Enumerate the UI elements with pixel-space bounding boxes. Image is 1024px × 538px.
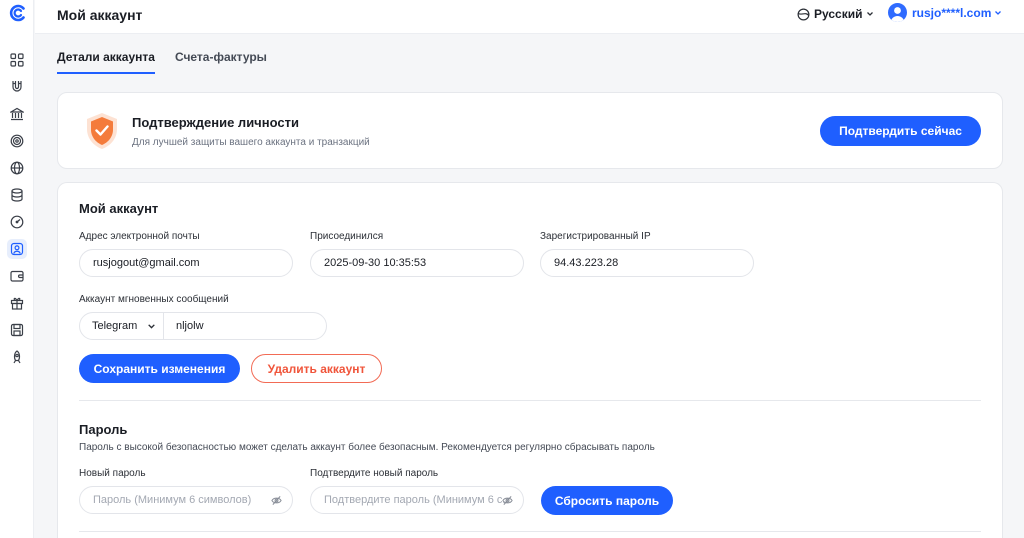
- gift-icon[interactable]: [7, 293, 27, 313]
- password-description: Пароль с высокой безопасностью может сде…: [79, 442, 655, 453]
- account-card: Мой аккаунт Адрес электронной почты rusj…: [57, 182, 1003, 538]
- chevron-down-icon: [148, 323, 156, 329]
- app-logo[interactable]: [8, 3, 28, 23]
- magnet-icon[interactable]: [7, 77, 27, 97]
- save-icon[interactable]: [7, 320, 27, 340]
- delete-account-button[interactable]: Удалить аккаунт: [251, 354, 382, 383]
- globe-icon[interactable]: [7, 158, 27, 178]
- reset-password-button[interactable]: Сбросить пароль: [541, 486, 673, 515]
- tab-invoices[interactable]: Счета-фактуры: [175, 50, 267, 74]
- confirm-password-placeholder: Подтвердите пароль (Минимум 6 с...: [324, 494, 512, 506]
- chevron-down-icon: [866, 12, 873, 16]
- verify-now-button[interactable]: Подтвердить сейчас: [820, 116, 981, 146]
- wallet-icon[interactable]: [7, 266, 27, 286]
- tab-bar: Детали аккаунта Счета-фактуры: [57, 50, 267, 74]
- page-title: Мой аккаунт: [57, 7, 143, 23]
- divider: [79, 400, 981, 401]
- grid-icon[interactable]: [7, 50, 27, 70]
- account-section-title: Мой аккаунт: [79, 201, 159, 216]
- new-password-input[interactable]: Пароль (Минимум 6 символов): [79, 486, 293, 514]
- im-account-input[interactable]: nljolw: [164, 320, 204, 332]
- avatar: [888, 3, 907, 22]
- target-icon[interactable]: [7, 131, 27, 151]
- im-type-label: Telegram: [92, 320, 138, 332]
- chevron-down-icon: [995, 10, 1002, 15]
- globe-icon: [797, 8, 810, 20]
- joined-label: Присоединился: [310, 231, 384, 242]
- im-label: Аккаунт мгновенных сообщений: [79, 294, 229, 305]
- new-password-label: Новый пароль: [79, 468, 146, 479]
- eye-off-icon[interactable]: [502, 495, 513, 506]
- top-bar: Мой аккаунт Русский rusjo****l.com: [35, 0, 1024, 34]
- speedometer-icon[interactable]: [7, 212, 27, 232]
- rocket-icon[interactable]: [7, 347, 27, 367]
- verify-title: Подтверждение личности: [132, 115, 299, 130]
- shield-check-icon: [87, 113, 117, 149]
- ip-field: 94.43.223.28: [540, 249, 754, 277]
- database-icon[interactable]: [7, 185, 27, 205]
- user-email: rusjo****l.com: [912, 5, 992, 20]
- confirm-password-input[interactable]: Подтвердите пароль (Минимум 6 с...: [310, 486, 524, 514]
- save-changes-button[interactable]: Сохранить изменения: [79, 354, 240, 383]
- divider: [79, 531, 981, 532]
- joined-field: 2025-09-30 10:35:53: [310, 249, 524, 277]
- ip-label: Зарегистрированный IP: [540, 231, 651, 242]
- language-label: Русский: [814, 7, 863, 21]
- sidebar: [0, 0, 34, 538]
- im-account-group: Telegram nljolw: [79, 312, 327, 340]
- tab-account-details[interactable]: Детали аккаунта: [57, 50, 155, 74]
- language-selector[interactable]: Русский: [797, 7, 878, 21]
- user-card-icon[interactable]: [7, 239, 27, 259]
- email-label: Адрес электронной почты: [79, 231, 200, 242]
- new-password-placeholder: Пароль (Минимум 6 символов): [93, 494, 252, 506]
- user-menu[interactable]: rusjo****l.com: [888, 3, 1002, 22]
- email-field[interactable]: rusjogout@gmail.com: [79, 249, 293, 277]
- eye-off-icon[interactable]: [271, 495, 282, 506]
- confirm-password-label: Подтвердите новый пароль: [310, 468, 439, 479]
- verify-subtitle: Для лучшей защиты вашего аккаунта и тран…: [132, 137, 370, 148]
- im-type-select[interactable]: Telegram: [80, 313, 164, 339]
- password-section-title: Пароль: [79, 422, 128, 437]
- identity-verification-card: Подтверждение личности Для лучшей защиты…: [57, 92, 1003, 169]
- bank-icon[interactable]: [7, 104, 27, 124]
